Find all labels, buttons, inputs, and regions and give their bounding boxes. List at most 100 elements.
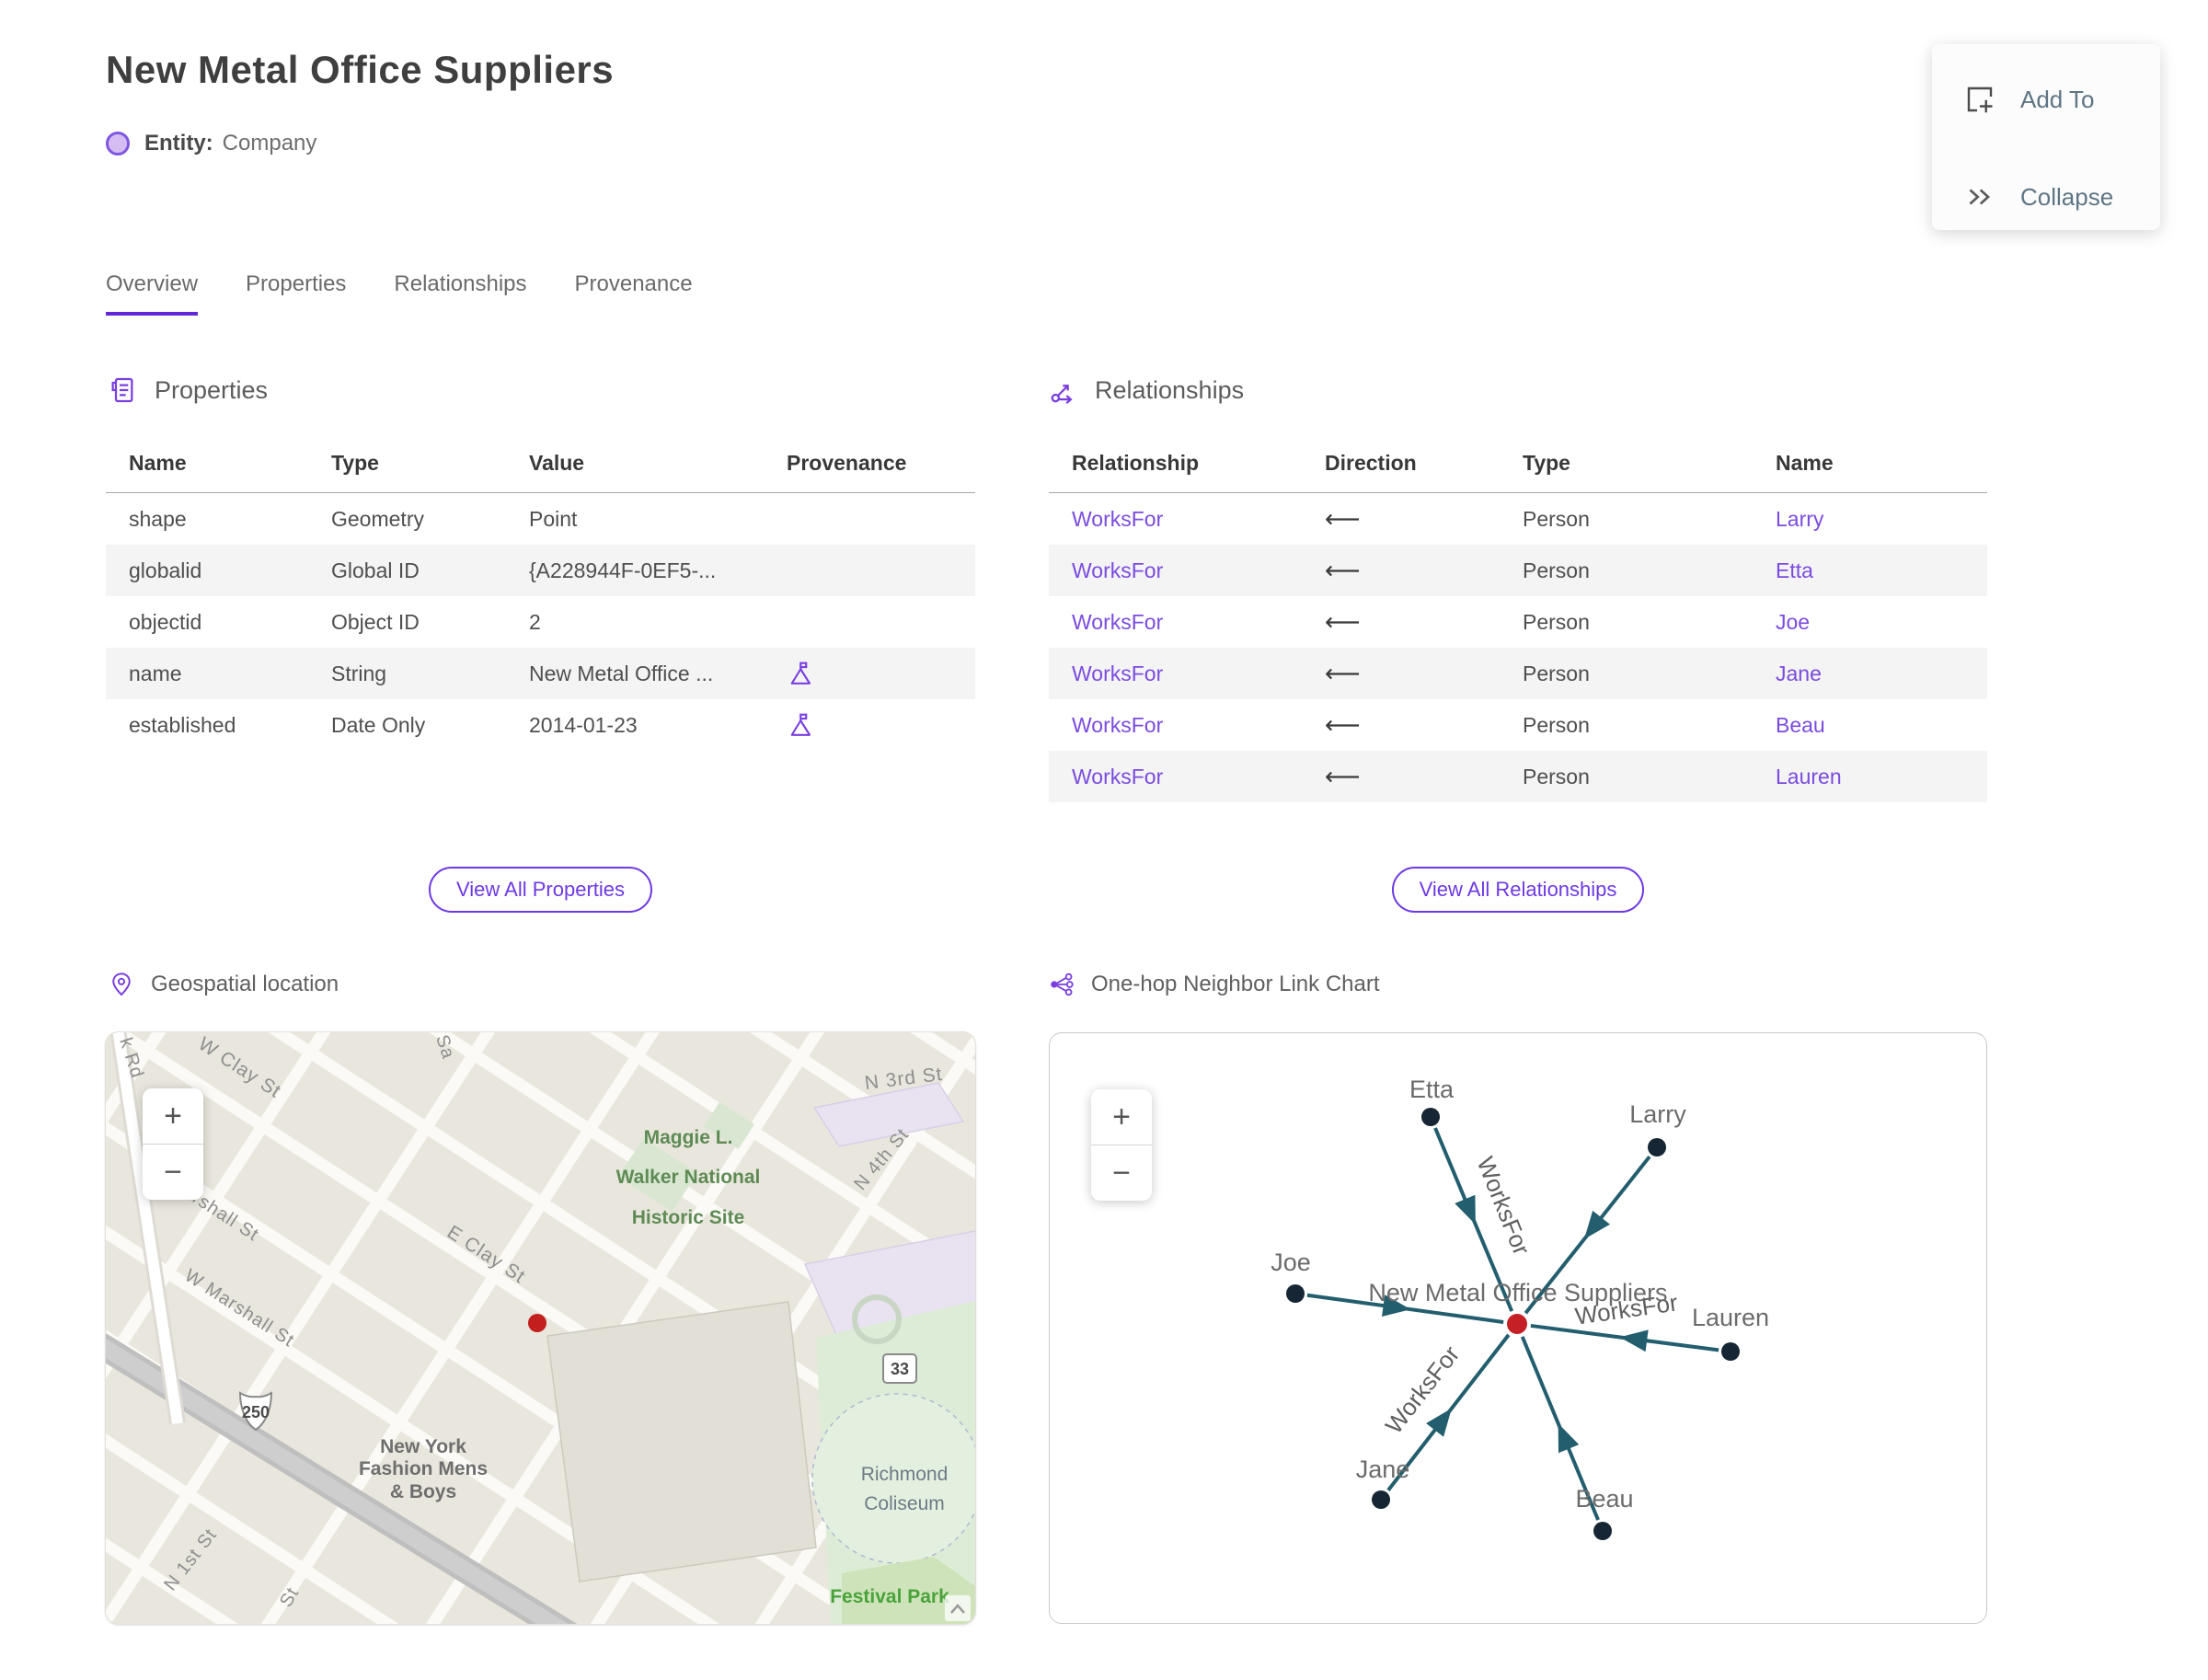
entity-badge: Entity: Company bbox=[106, 131, 316, 156]
related-entity-link[interactable]: Etta bbox=[1776, 558, 1813, 582]
map-marker[interactable] bbox=[528, 1314, 546, 1332]
provenance-flag-icon bbox=[787, 660, 814, 687]
direction-arrow: ⟵ bbox=[1325, 556, 1361, 584]
graph-node-label: New Metal Office Suppliers bbox=[1368, 1279, 1667, 1306]
view-all-properties-button[interactable]: View All Properties bbox=[428, 867, 652, 913]
direction-arrow: ⟵ bbox=[1325, 607, 1361, 636]
graph-center-node[interactable] bbox=[1507, 1314, 1527, 1334]
tab-bar: Overview Properties Relationships Proven… bbox=[106, 271, 693, 316]
map-place-label: & Boys bbox=[390, 1481, 456, 1502]
direction-arrow: ⟵ bbox=[1325, 762, 1361, 790]
map-place-label: New York bbox=[380, 1436, 466, 1457]
graph-node[interactable] bbox=[1421, 1108, 1440, 1126]
graph-edge-label: WorksFor bbox=[1380, 1341, 1466, 1439]
property-row: established Date Only 2014-01-23 bbox=[106, 699, 975, 751]
property-type: String bbox=[308, 648, 506, 699]
relationship-row: WorksFor ⟵ Person Etta bbox=[1049, 545, 1987, 596]
graph-node[interactable] bbox=[1372, 1490, 1390, 1509]
col-name: Name bbox=[106, 432, 308, 493]
col-provenance: Provenance bbox=[764, 432, 975, 493]
relationship-link[interactable]: WorksFor bbox=[1072, 765, 1163, 788]
geospatial-section-title: Geospatial location bbox=[151, 972, 339, 996]
map-canvas[interactable]: k Rd W Clay St SaN 3rd StN 4th Starshall S… bbox=[106, 1032, 975, 1624]
properties-section-header: Properties bbox=[109, 375, 268, 405]
property-row: name String New Metal Office ... bbox=[106, 648, 975, 699]
graph-node-label: Joe bbox=[1271, 1248, 1311, 1276]
graph-edge-arrowhead bbox=[1455, 1194, 1476, 1225]
property-name: name bbox=[106, 648, 308, 699]
property-value: New Metal Office ... bbox=[506, 648, 764, 699]
properties-section-title: Properties bbox=[155, 375, 269, 404]
geospatial-section-header: Geospatial location bbox=[109, 972, 339, 997]
link-chart-icon bbox=[1051, 972, 1074, 996]
map-zoom-in-button[interactable]: + bbox=[143, 1088, 203, 1145]
collapse-button[interactable]: Collapse bbox=[1963, 180, 2113, 213]
entity-type-value: Company bbox=[222, 131, 317, 155]
related-entity-link[interactable]: Beau bbox=[1776, 713, 1825, 737]
relationship-link[interactable]: WorksFor bbox=[1072, 558, 1163, 582]
relationship-row: WorksFor ⟵ Person Larry bbox=[1049, 493, 1987, 546]
collapse-label: Collapse bbox=[2020, 182, 2114, 211]
route-shield: 33 bbox=[882, 1353, 917, 1384]
link-chart-panel[interactable]: WorksFor WorksFor WorksFor New Metal Office… bbox=[1049, 1032, 1987, 1624]
view-all-relationships-button[interactable]: View All Relationships bbox=[1391, 867, 1645, 913]
properties-table: Name Type Value Provenance shape Geometr… bbox=[106, 432, 975, 751]
related-entity-link[interactable]: Joe bbox=[1776, 610, 1810, 634]
map-panel[interactable]: k Rd W Clay St Sa N 3rd St N 4th St arshall S… bbox=[106, 1032, 975, 1624]
relationship-link[interactable]: WorksFor bbox=[1072, 610, 1163, 634]
property-provenance bbox=[764, 648, 975, 699]
related-entity-type: Person bbox=[1523, 609, 1590, 634]
property-row: globalid Global ID {A228944F-0EF5-... bbox=[106, 545, 975, 596]
map-zoom-control: + − bbox=[143, 1088, 203, 1200]
relationship-row: WorksFor ⟵ Person Jane bbox=[1049, 648, 1987, 699]
property-row: shape Geometry Point bbox=[106, 493, 975, 546]
col-rel-name: Name bbox=[1753, 432, 1987, 493]
graph-edge-label: WorksFor bbox=[1471, 1153, 1535, 1260]
entity-type-dot bbox=[106, 132, 130, 155]
link-chart-section-header: One-hop Neighbor Link Chart bbox=[1049, 972, 1380, 997]
property-name: globalid bbox=[106, 545, 308, 596]
tab-relationships[interactable]: Relationships bbox=[394, 271, 526, 316]
svg-text:250: 250 bbox=[242, 1403, 270, 1421]
related-entity-type: Person bbox=[1523, 506, 1590, 531]
property-type: Date Only bbox=[331, 712, 426, 737]
graph-edge-arrowhead bbox=[1619, 1329, 1649, 1352]
map-place-label: Fashion Mens bbox=[359, 1458, 488, 1479]
graph-node[interactable] bbox=[1721, 1342, 1740, 1361]
page-title: New Metal Office Suppliers bbox=[106, 48, 615, 91]
tab-overview[interactable]: Overview bbox=[106, 271, 199, 316]
graph-node-label: Beau bbox=[1575, 1485, 1633, 1513]
property-value: {A228944F-0EF5-... bbox=[506, 545, 764, 596]
related-entity-link[interactable]: Larry bbox=[1776, 507, 1823, 531]
relationship-link[interactable]: WorksFor bbox=[1072, 713, 1163, 737]
relationship-link[interactable]: WorksFor bbox=[1072, 507, 1163, 531]
graph-node[interactable] bbox=[1593, 1522, 1612, 1540]
add-to-button[interactable]: Add To bbox=[1963, 83, 2094, 116]
graph-node-label: Etta bbox=[1409, 1076, 1455, 1103]
tab-properties[interactable]: Properties bbox=[246, 271, 346, 316]
property-name: established bbox=[129, 712, 236, 737]
property-value: 2014-01-23 bbox=[529, 712, 638, 737]
relationship-link[interactable]: WorksFor bbox=[1072, 662, 1163, 685]
link-chart-canvas[interactable]: WorksForWorksForWorksForNew Metal Office… bbox=[1050, 1033, 1986, 1623]
graph-edge-arrowhead bbox=[1558, 1423, 1580, 1454]
graph-node[interactable] bbox=[1286, 1284, 1305, 1303]
direction-arrow: ⟵ bbox=[1325, 504, 1361, 533]
property-value: 2 bbox=[529, 609, 541, 634]
graph-node-label: Larry bbox=[1629, 1100, 1686, 1128]
double-chevron-right-icon bbox=[1969, 189, 1991, 205]
property-row: objectid Object ID 2 bbox=[106, 596, 975, 648]
graph-node[interactable] bbox=[1648, 1138, 1666, 1156]
tab-provenance[interactable]: Provenance bbox=[575, 271, 693, 316]
relationship-row: WorksFor ⟵ Person Lauren bbox=[1049, 751, 1987, 802]
relationships-section-header: Relationships bbox=[1049, 375, 1244, 405]
svg-text:33: 33 bbox=[891, 1360, 909, 1378]
related-entity-link[interactable]: Jane bbox=[1776, 662, 1822, 685]
chart-zoom-out-button[interactable]: − bbox=[1091, 1145, 1152, 1201]
map-zoom-out-button[interactable]: − bbox=[143, 1145, 203, 1200]
col-relationship: Relationship bbox=[1049, 432, 1302, 493]
chart-zoom-in-button[interactable]: + bbox=[1091, 1089, 1152, 1145]
related-entity-type: Person bbox=[1523, 712, 1590, 737]
related-entity-link[interactable]: Lauren bbox=[1776, 765, 1842, 788]
entity-label: Entity: bbox=[144, 131, 213, 155]
